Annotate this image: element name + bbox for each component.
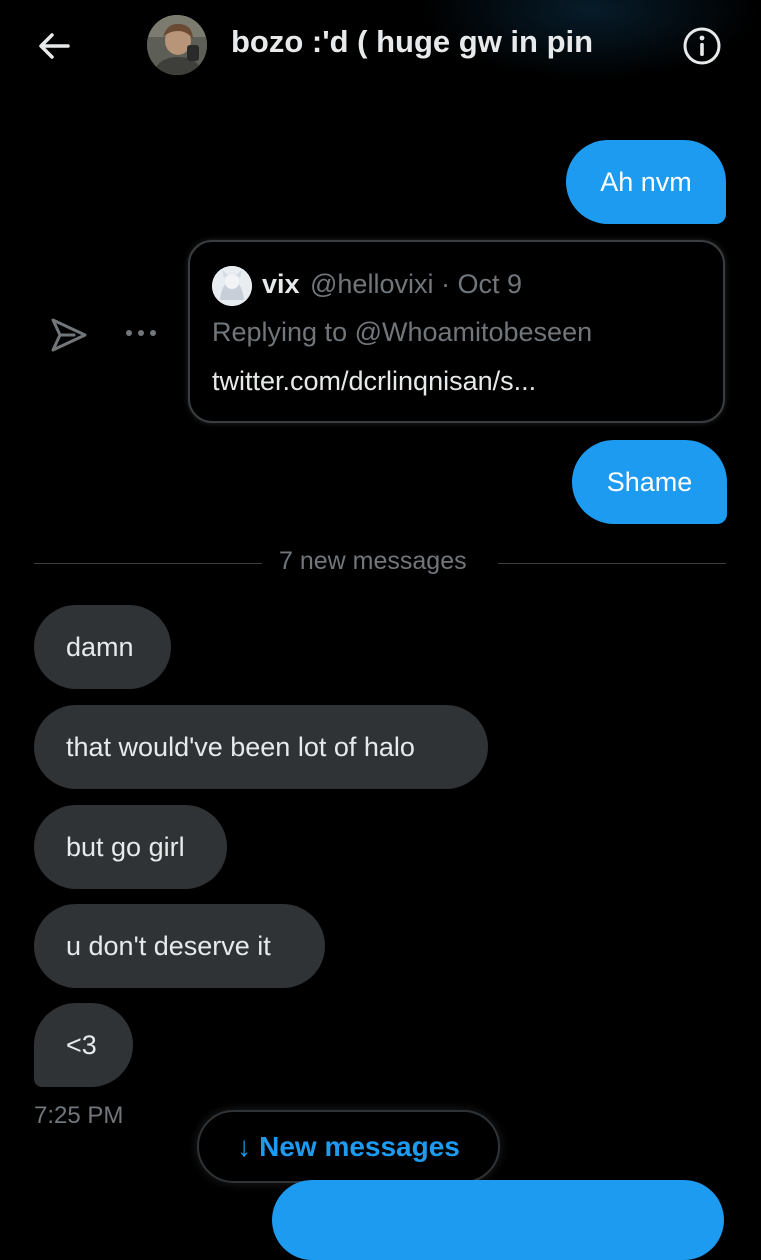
quoted-tweet-handle-date: @hellovixi · Oct 9 [310,269,522,299]
quoted-tweet-link[interactable]: twitter.com/dcrlinqnisan/s... [212,366,536,397]
back-button[interactable] [30,22,78,70]
send-icon [51,318,87,352]
conversation-title[interactable]: bozo :'d ( huge gw in pin [231,24,593,60]
new-messages-label: New messages [259,1130,460,1162]
quoted-tweet-avatar [212,266,252,306]
new-messages-button[interactable]: ↓ New messages [197,1110,500,1183]
new-messages-divider-label: 7 new messages [279,547,467,575]
message-text: Ah nvm [600,166,692,197]
avatar-image [147,15,207,75]
conversation-header: bozo :'d ( huge gw in pin [0,0,761,100]
info-button[interactable] [682,26,722,66]
quoted-avatar-image [212,266,252,306]
quoted-tweet-replying-to: Replying to @Whoamitobeseen [212,317,593,347]
share-button[interactable] [50,316,88,354]
message-text: <3 [66,1029,97,1060]
message-text: u don't deserve it [66,930,271,961]
received-message-bubble[interactable]: but go girl [34,805,227,889]
received-message-bubble[interactable]: that would've been lot of halo [34,705,488,789]
more-options-button[interactable] [123,318,159,348]
divider-line-right [498,563,726,564]
arrow-down-icon: ↓ [237,1130,252,1162]
more-dots-icon [126,330,156,336]
sent-message-bubble[interactable]: Ah nvm [566,140,726,224]
info-icon [683,27,721,65]
divider-line-left [34,563,262,564]
received-message-bubble[interactable]: u don't deserve it [34,904,325,988]
received-message-bubble[interactable]: damn [34,605,171,689]
message-timestamp: 7:25 PM [34,1102,124,1129]
avatar[interactable] [147,15,207,75]
message-composer-button[interactable] [272,1180,724,1260]
quoted-tweet-card[interactable]: vix @hellovixi · Oct 9 Replying to @Whoa… [188,240,725,423]
quoted-tweet-author-name: vix [262,269,300,299]
message-text: that would've been lot of halo [66,731,415,762]
arrow-left-icon [39,33,70,59]
message-text: Shame [606,466,693,497]
message-text: damn [66,631,134,662]
message-text: but go girl [66,831,185,862]
sent-message-bubble[interactable]: Shame [572,440,727,524]
received-message-bubble[interactable]: <3 [34,1003,133,1087]
